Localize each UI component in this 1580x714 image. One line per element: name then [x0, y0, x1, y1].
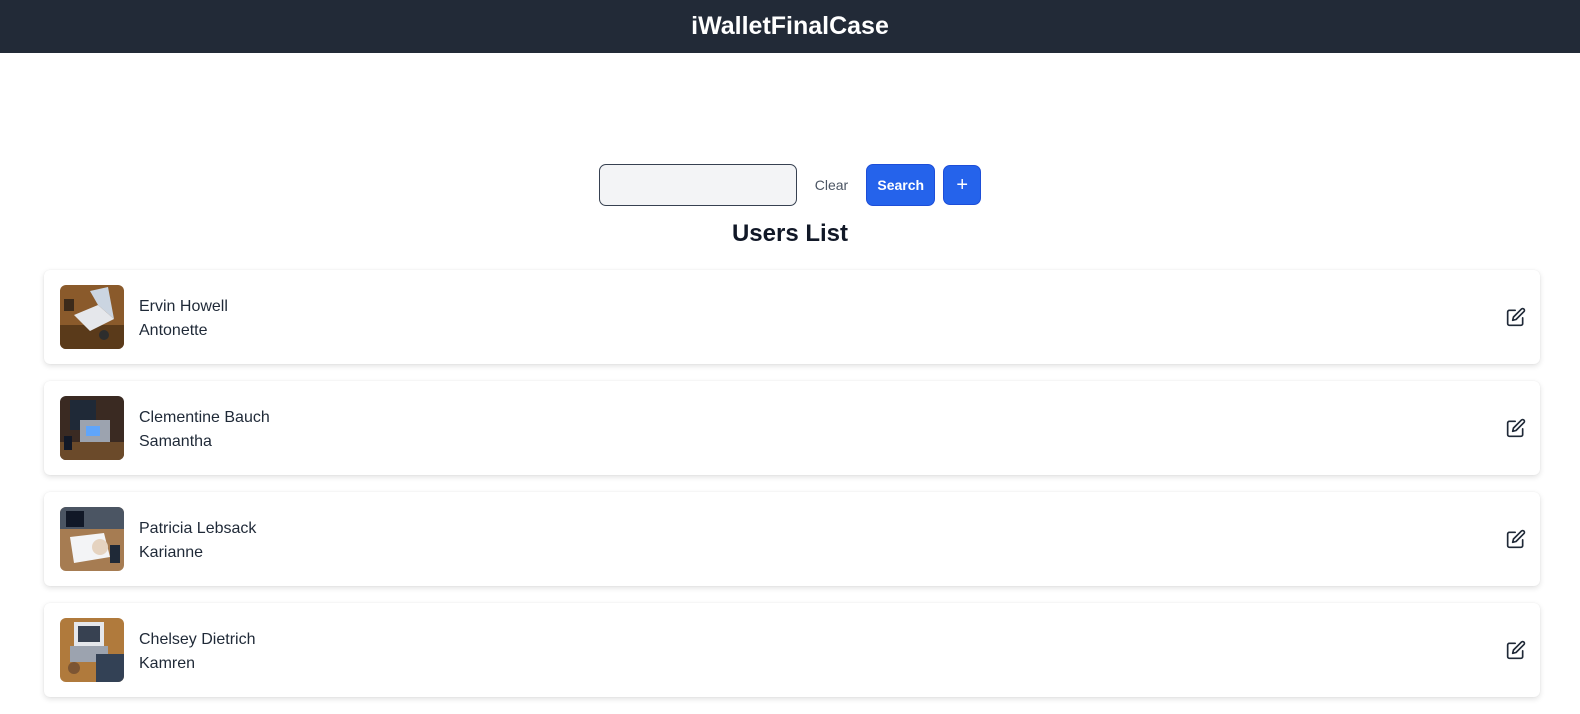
user-list: Ervin Howell Antonette Clementine Bauch …: [44, 270, 1540, 714]
edit-icon[interactable]: [1506, 640, 1526, 660]
user-username: Antonette: [139, 322, 208, 339]
user-name: Patricia Lebsack: [139, 520, 257, 537]
user-name: Chelsey Dietrich: [139, 631, 256, 648]
avatar: [60, 396, 124, 460]
search-button[interactable]: Search: [866, 164, 936, 206]
list-item: Clementine Bauch Samantha: [44, 381, 1540, 475]
search-bar: Clear Search +: [0, 164, 1580, 206]
plus-icon: +: [956, 173, 969, 196]
app-header: iWalletFinalCase: [0, 0, 1580, 53]
edit-icon[interactable]: [1506, 307, 1526, 327]
user-username: Karianne: [139, 544, 204, 561]
page-title: Users List: [731, 220, 849, 247]
add-user-button[interactable]: +: [943, 165, 982, 205]
edit-icon[interactable]: [1506, 418, 1526, 438]
clear-button[interactable]: Clear: [807, 164, 856, 206]
user-info: Clementine Bauch Samantha: [139, 406, 270, 454]
app-title: iWalletFinalCase: [691, 12, 889, 40]
avatar: [60, 507, 124, 571]
user-info: Chelsey Dietrich Kamren: [139, 628, 255, 676]
avatar: [60, 618, 124, 682]
list-item: Chelsey Dietrich Kamren: [44, 603, 1540, 697]
user-username: Samantha: [139, 433, 212, 450]
search-input[interactable]: [598, 164, 797, 206]
avatar: [60, 285, 124, 349]
user-username: Kamren: [139, 655, 196, 672]
user-name: Ervin Howell: [139, 298, 228, 315]
user-info: Ervin Howell Antonette: [139, 295, 228, 343]
user-info: Patricia Lebsack Karianne: [139, 517, 256, 565]
user-name: Clementine Bauch: [139, 409, 270, 426]
list-item: Ervin Howell Antonette: [44, 270, 1540, 364]
list-item: Patricia Lebsack Karianne: [44, 492, 1540, 586]
edit-icon[interactable]: [1506, 529, 1526, 549]
